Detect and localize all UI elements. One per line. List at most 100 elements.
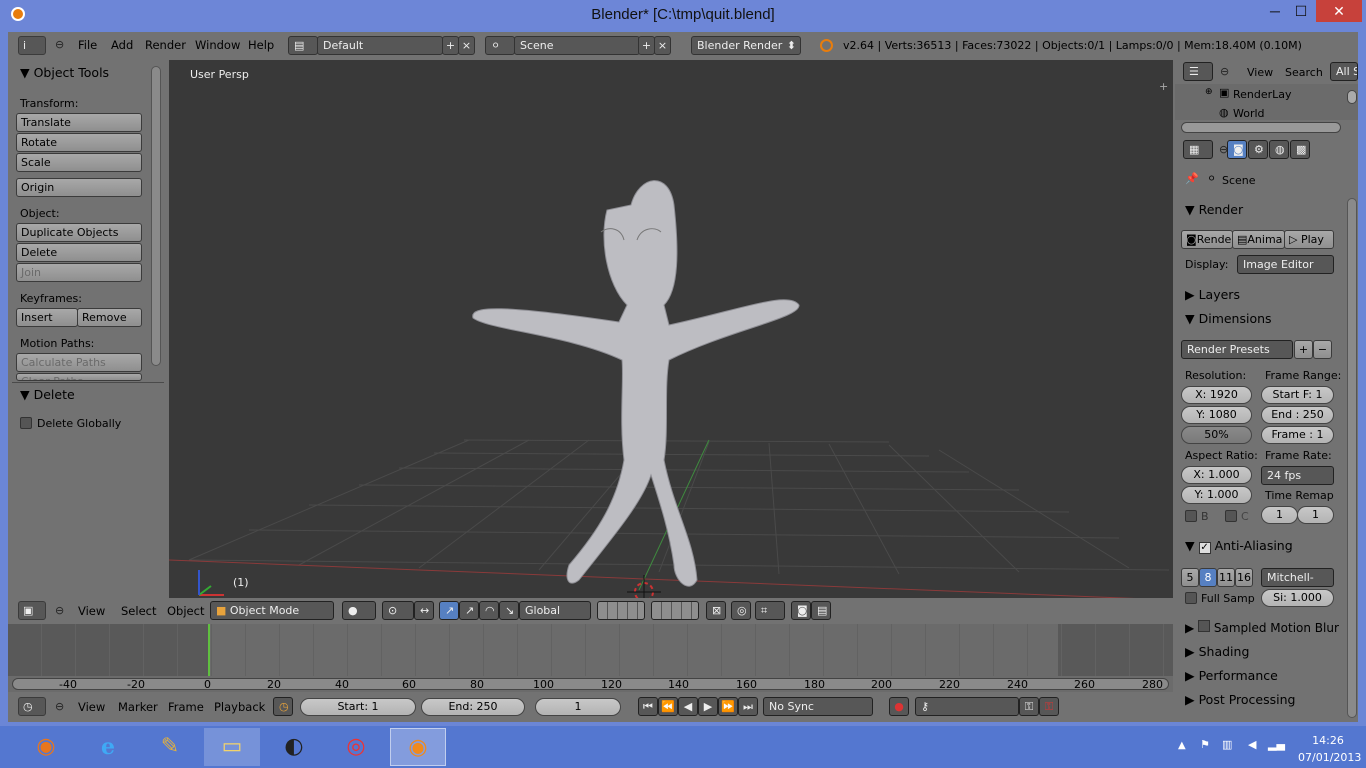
editor-type-info-icon[interactable]: i	[18, 36, 46, 55]
play-reverse-button[interactable]: ◀	[678, 697, 698, 716]
editor-type-outliner-icon[interactable]: ☰	[1183, 62, 1213, 81]
menu-select[interactable]: Select	[121, 598, 156, 624]
crop-checkbox[interactable]	[1225, 510, 1237, 522]
snap-element-dropdown[interactable]: ⌗	[755, 601, 785, 620]
menu-playback[interactable]: Playback	[214, 694, 265, 720]
filter-size-field[interactable]: Si: 1.000	[1261, 589, 1334, 607]
context-world-tab[interactable]: ◍	[1269, 140, 1289, 159]
taskbar-app-swirl-icon[interactable]: ◐	[266, 728, 322, 766]
character-mesh[interactable]	[472, 180, 800, 587]
aa-filter-dropdown[interactable]: Mitchell-	[1261, 568, 1334, 587]
shading-header[interactable]: ▶ Shading	[1185, 644, 1249, 659]
translate-button[interactable]: Translate	[16, 113, 142, 132]
scene-selector[interactable]: ⚪	[485, 36, 515, 55]
scene-remove-button[interactable]: ×	[654, 36, 671, 55]
volume-icon[interactable]: ◀	[1248, 738, 1256, 751]
delete-button[interactable]: Delete	[16, 243, 142, 262]
aa-samples-11[interactable]: 11	[1217, 568, 1235, 587]
duplicate-objects-button[interactable]: Duplicate Objects	[16, 223, 142, 242]
menu-help[interactable]: Help	[248, 32, 274, 58]
render-preview-button[interactable]: ◙	[791, 601, 811, 620]
layout-add-button[interactable]: +	[442, 36, 459, 55]
insert-keyframe-icon[interactable]: ⚿	[1019, 697, 1039, 716]
menu-file[interactable]: File	[78, 32, 97, 58]
anti-aliasing-header[interactable]: ▼ ✓ Anti-Aliasing	[1185, 538, 1293, 554]
aspect-x-field[interactable]: X: 1.000	[1181, 466, 1252, 484]
outliner-item-renderlayers[interactable]: RenderLay	[1233, 88, 1292, 101]
time-remap-old-field[interactable]: 1	[1261, 506, 1298, 524]
outliner-filter-dropdown[interactable]: All S	[1330, 62, 1358, 81]
network-icon[interactable]: ▥	[1222, 738, 1232, 751]
post-processing-header[interactable]: ▶ Post Processing	[1185, 692, 1295, 707]
rotate-button[interactable]: Rotate	[16, 133, 142, 152]
layout-selector[interactable]: ▤	[288, 36, 318, 55]
timeline-area[interactable]: -40 -20 0 20 40 60 80 100 120 140 160 18…	[8, 624, 1173, 692]
insert-keyframe-button[interactable]: Insert	[16, 308, 78, 327]
menu-view[interactable]: View	[78, 598, 105, 624]
rotate-manipulator[interactable]: ↗	[459, 601, 479, 620]
time-remap-new-field[interactable]: 1	[1297, 506, 1334, 524]
render-image-button[interactable]: ◙Rende	[1181, 230, 1233, 249]
layer-buttons-left[interactable]	[597, 601, 645, 620]
sync-dropdown[interactable]: No Sync	[763, 697, 873, 716]
jump-end-button[interactable]: ⏭	[738, 697, 758, 716]
file-explorer-icon[interactable]: ▭	[204, 728, 260, 766]
add-preset-button[interactable]: +	[1294, 340, 1313, 359]
delete-globally-checkbox[interactable]	[20, 417, 32, 429]
proportional-edit-toggle[interactable]: ◎	[731, 601, 751, 620]
resolution-percent-field[interactable]: 50%	[1181, 426, 1252, 444]
aspect-y-field[interactable]: Y: 1.000	[1181, 486, 1252, 504]
border-checkbox[interactable]	[1185, 510, 1197, 522]
mode-dropdown[interactable]: ■ Object Mode	[210, 601, 334, 620]
end-frame-prop-field[interactable]: End : 250	[1261, 406, 1334, 424]
context-scene-tab[interactable]: ⚙	[1248, 140, 1268, 159]
render-panel-header[interactable]: ▼ Render	[1185, 202, 1243, 217]
scale-button[interactable]: Scale	[16, 153, 142, 172]
calculate-paths-button[interactable]: Calculate Paths	[16, 353, 142, 372]
close-button[interactable]: ✕	[1316, 0, 1362, 22]
outliner-menu-view[interactable]: View	[1247, 66, 1273, 79]
display-dropdown[interactable]: Image Editor	[1237, 255, 1334, 274]
outliner-menu-search[interactable]: Search	[1285, 66, 1323, 79]
internet-explorer-icon[interactable]: e	[80, 728, 136, 766]
resolution-y-field[interactable]: Y: 1080	[1181, 406, 1252, 424]
collapse-menu-icon[interactable]: ⊖	[1220, 65, 1229, 78]
rotate-arc-manipulator[interactable]: ◠	[479, 601, 499, 620]
pin-icon[interactable]: 📌	[1185, 172, 1199, 185]
layout-remove-button[interactable]: ×	[458, 36, 475, 55]
blender-taskbar-icon[interactable]: ◉	[390, 728, 446, 766]
jump-keyframe-forward-button[interactable]: ⏩	[718, 697, 738, 716]
jump-start-button[interactable]: ⏮	[638, 697, 658, 716]
resolution-x-field[interactable]: X: 1920	[1181, 386, 1252, 404]
render-animation-button[interactable]: ▤Anima	[1232, 230, 1285, 249]
taskbar-app-icon[interactable]: ✎	[142, 728, 198, 766]
pivot-point-dropdown[interactable]: ⊙	[382, 601, 414, 620]
frame-rate-dropdown[interactable]: 24 fps	[1261, 466, 1334, 485]
menu-frame[interactable]: Frame	[168, 694, 204, 720]
layout-name-field[interactable]: Default	[317, 36, 443, 55]
orientation-dropdown[interactable]: Global	[519, 601, 591, 620]
firefox-icon[interactable]: ◉	[18, 728, 74, 766]
start-frame-prop-field[interactable]: Start F: 1	[1261, 386, 1334, 404]
full-sample-checkbox[interactable]	[1185, 592, 1197, 604]
render-animation-button[interactable]: ▤	[811, 601, 831, 620]
3d-viewport[interactable]: User Persp (1) +	[169, 60, 1173, 598]
play-animation-button[interactable]: ▷ Play	[1284, 230, 1334, 249]
context-render-tab[interactable]: ◙	[1227, 140, 1247, 159]
frame-step-field[interactable]: Frame : 1	[1261, 426, 1334, 444]
motion-blur-header[interactable]: ▶ Sampled Motion Blur	[1185, 620, 1339, 635]
collapse-menu-icon[interactable]: ⊖	[55, 604, 64, 617]
menu-window[interactable]: Window	[195, 32, 240, 58]
chrome-icon[interactable]: ◎	[328, 728, 384, 766]
keying-set-field[interactable]: ⚷	[915, 697, 1019, 716]
scene-add-button[interactable]: +	[638, 36, 655, 55]
render-presets-dropdown[interactable]: Render Presets	[1181, 340, 1293, 359]
outliner-hscrollbar[interactable]	[1181, 122, 1341, 133]
lock-layers-toggle[interactable]: ⊠	[706, 601, 726, 620]
motion-blur-checkbox[interactable]	[1198, 620, 1211, 632]
signal-icon[interactable]: ▂▄	[1268, 738, 1285, 751]
minimize-button[interactable]: ─	[1262, 0, 1288, 22]
collapse-menu-icon[interactable]: ⊖	[55, 38, 64, 51]
aa-samples-8[interactable]: 8	[1199, 568, 1217, 587]
menu-view[interactable]: View	[78, 694, 105, 720]
